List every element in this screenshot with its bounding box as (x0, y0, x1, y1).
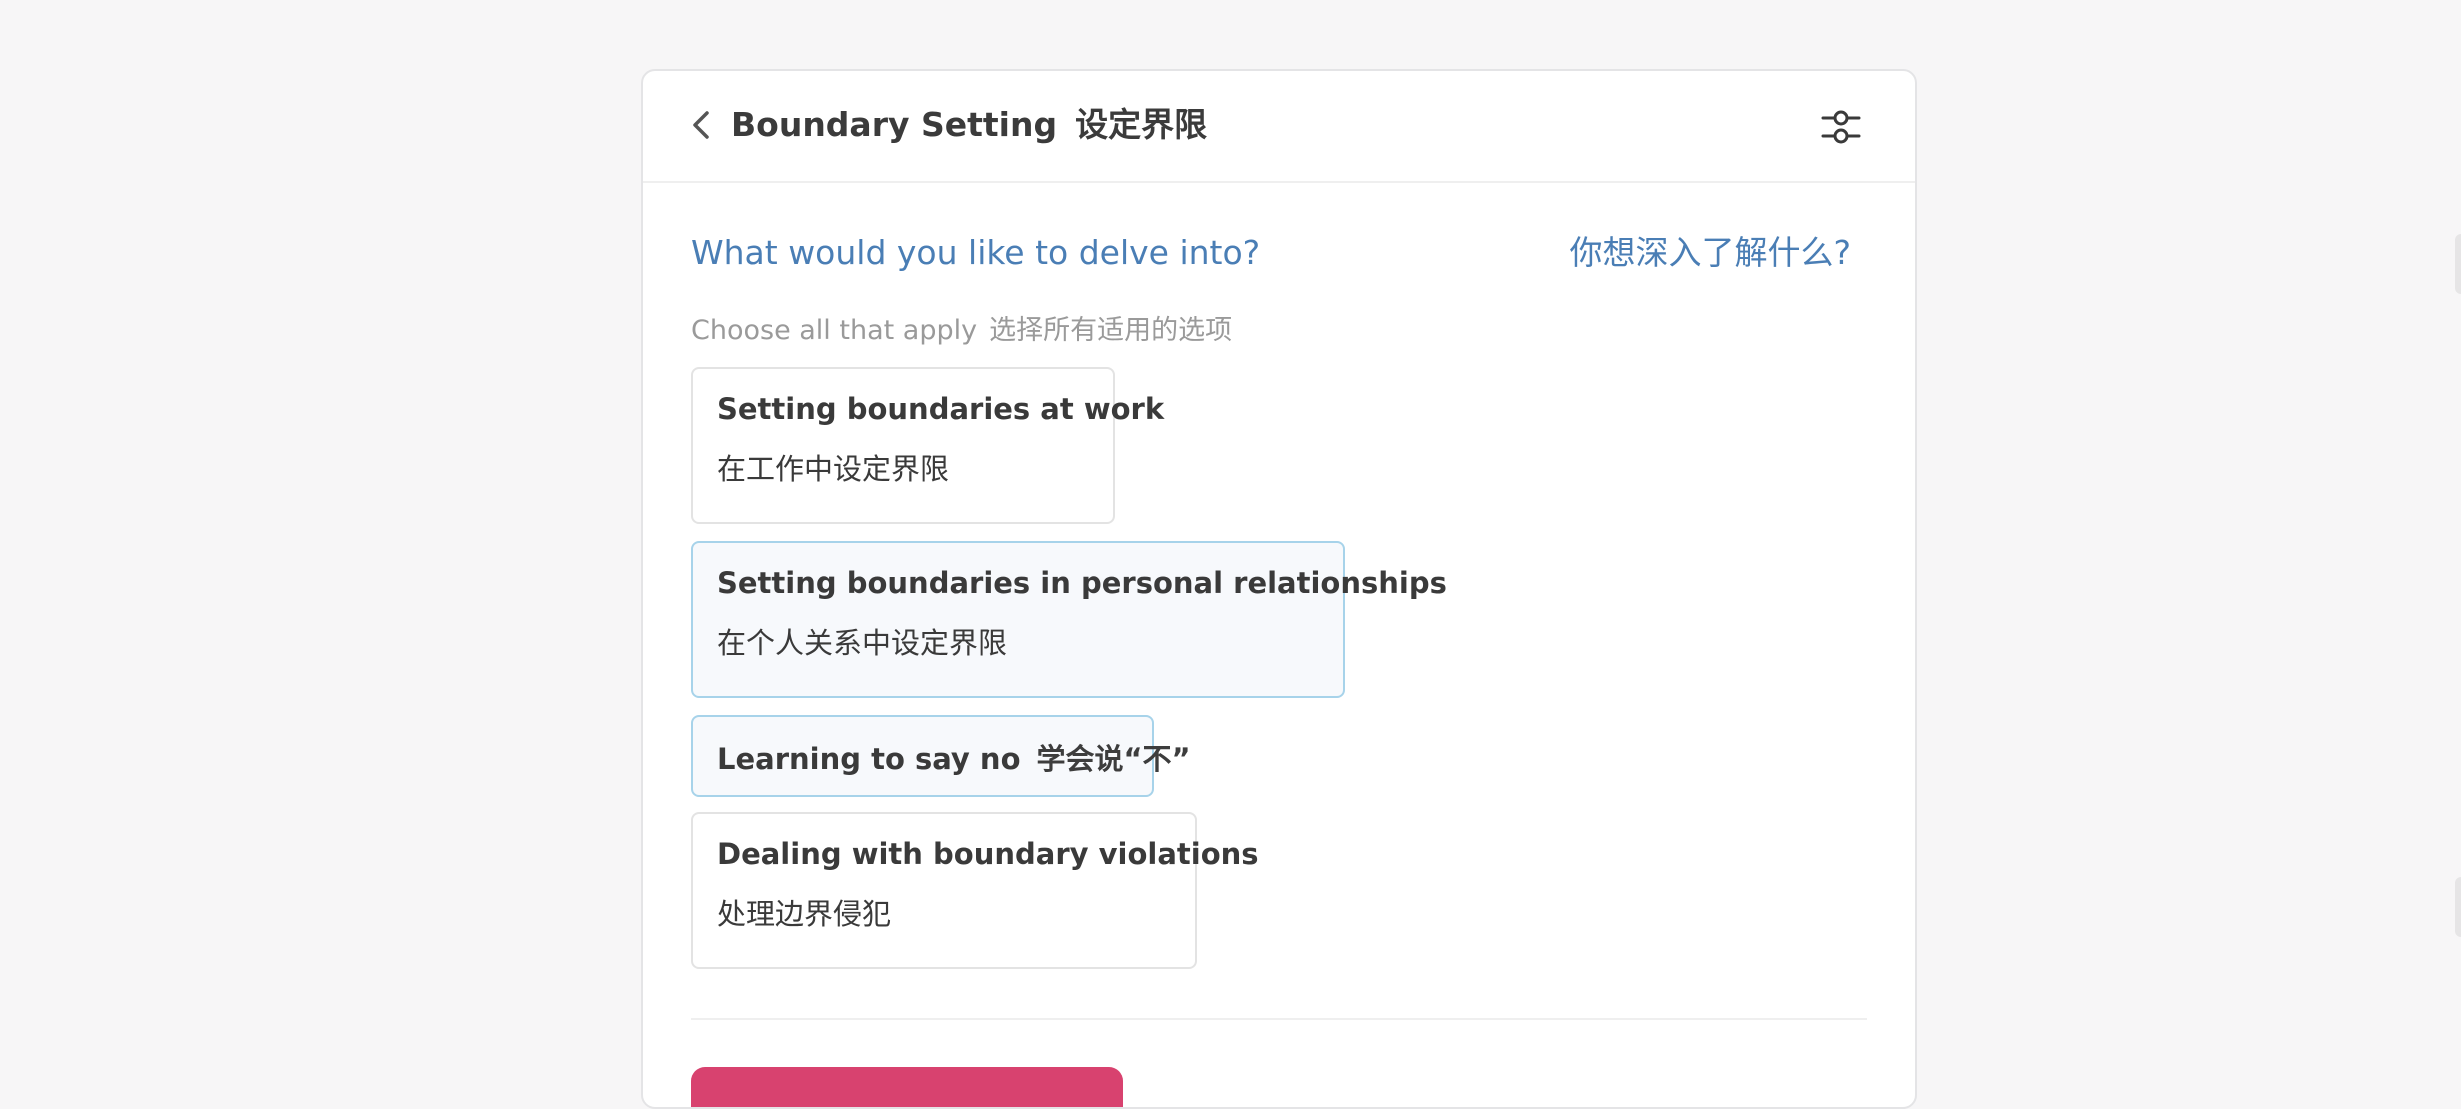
question-heading-en: What would you like to delve into? (691, 233, 1261, 272)
edge-scroll-indicator (2455, 877, 2461, 937)
continue-button[interactable] (691, 1067, 1123, 1107)
option-label-zh: 处理边界侵犯 (717, 897, 892, 931)
option-label-zh: 在工作中设定界限 (717, 452, 950, 486)
sliders-icon[interactable] (1819, 105, 1863, 149)
page-title: Boundary Setting 设定界限 (731, 105, 1207, 145)
option-label-zh: 在个人关系中设定界限 (717, 626, 1008, 660)
question-heading-zh: 你想深入了解什么? (1569, 233, 1851, 272)
edge-scroll-indicator (2455, 234, 2461, 294)
option-label-en: Dealing with boundary violations (717, 837, 1259, 871)
page-title-zh: 设定界限 (1075, 105, 1208, 144)
boundary-setting-card: Boundary Setting 设定界限 What would you like… (641, 69, 1917, 1109)
divider (691, 1018, 1867, 1020)
selection-hint: Choose all that apply 选择所有适用的选项 (691, 312, 1232, 350)
option-label-zh: 学会说“不” (1036, 742, 1191, 776)
option-personal-relationships[interactable]: Setting boundaries in personal relations… (691, 541, 1447, 698)
option-label-en: Setting boundaries at work (717, 392, 1165, 426)
chevron-left-icon[interactable] (683, 105, 723, 145)
option-say-no[interactable]: Learning to say no 学会说“不” (691, 715, 1191, 797)
option-label-en: Learning to say no (717, 742, 1021, 776)
option-work-boundaries[interactable]: Setting boundaries at work 在工作中设定界限 (691, 367, 1165, 524)
selection-hint-en: Choose all that apply (691, 315, 978, 346)
selection-hint-zh: 选择所有适用的选项 (989, 315, 1233, 346)
option-label-en: Setting boundaries in personal relations… (717, 566, 1447, 600)
page-title-en: Boundary Setting (731, 105, 1058, 144)
option-boundary-violations[interactable]: Dealing with boundary violations 处理边界侵犯 (691, 812, 1259, 969)
header: Boundary Setting 设定界限 (643, 71, 1915, 183)
